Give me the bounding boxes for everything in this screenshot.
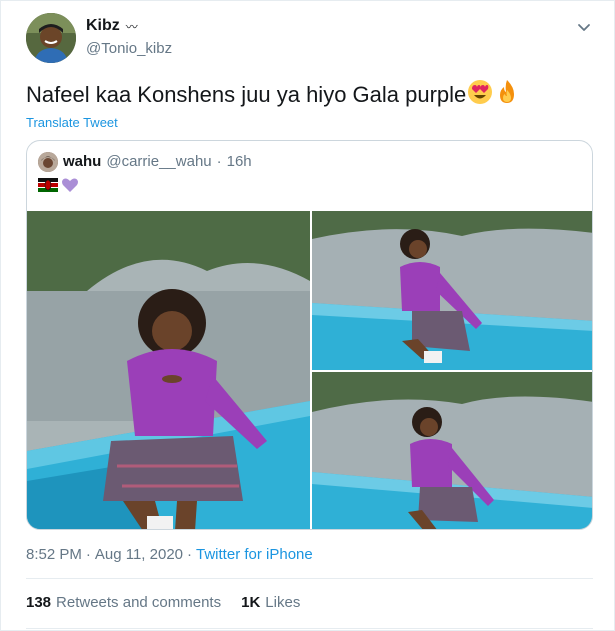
purple-heart-icon: [61, 177, 79, 198]
quoted-emojis: [38, 177, 79, 198]
likes-stat[interactable]: 1K Likes: [241, 594, 300, 611]
photo-3[interactable]: [312, 372, 592, 529]
retweets-label: Retweets and comments: [56, 594, 222, 611]
quoted-handle[interactable]: @carrie__wahu: [106, 153, 211, 170]
photo-2[interactable]: [312, 211, 592, 370]
tweet-text-body: Nafeel kaa Konshens juu ya hiyo Gala pur…: [26, 82, 467, 107]
quoted-separator: ·: [216, 153, 222, 170]
fire-emoji-icon: [494, 79, 520, 111]
kenya-flag-icon: [38, 178, 58, 197]
tweet-time[interactable]: 8:52 PM: [26, 546, 82, 563]
retweets-stat[interactable]: 138 Retweets and comments: [26, 594, 221, 611]
retweets-count: 138: [26, 594, 52, 611]
divider-top: [26, 578, 593, 579]
tweet-date[interactable]: Aug 11, 2020: [95, 546, 183, 563]
quoted-author-avatar[interactable]: [38, 152, 58, 172]
photo-1[interactable]: [27, 211, 310, 529]
likes-count: 1K: [241, 594, 261, 611]
quoted-media-grid: [27, 211, 592, 529]
likes-label: Likes: [265, 594, 301, 611]
quoted-time[interactable]: 16h: [227, 153, 252, 170]
author-name-mark: 〰: [125, 19, 138, 34]
chevron-down-icon[interactable]: [574, 17, 594, 37]
author-name-row[interactable]: Kibz 〰: [86, 17, 138, 35]
author-avatar[interactable]: [26, 13, 76, 63]
meta-separator: ·: [85, 546, 91, 563]
tweet-source-link[interactable]: Twitter for iPhone: [196, 546, 313, 563]
author-handle[interactable]: @Tonio_kibz: [86, 40, 172, 57]
tweet-meta: 8:52 PM · Aug 11, 2020 · Twitter for iPh…: [26, 546, 313, 563]
tweet-text: Nafeel kaa Konshens juu ya hiyo Gala pur…: [26, 79, 586, 111]
meta-separator-2: ·: [187, 546, 193, 563]
translate-tweet-link[interactable]: Translate Tweet: [26, 115, 118, 130]
divider-bottom: [26, 628, 593, 629]
quoted-header: wahu @carrie__wahu · 16h: [63, 153, 252, 170]
quoted-display-name[interactable]: wahu: [63, 153, 101, 170]
author-display-name[interactable]: Kibz: [86, 17, 120, 35]
quoted-tweet[interactable]: wahu @carrie__wahu · 16h: [26, 140, 593, 530]
heart-eyes-emoji-icon: [467, 79, 493, 111]
tweet-stats: 138 Retweets and comments 1K Likes: [26, 594, 300, 611]
tweet-card: Kibz 〰 @Tonio_kibz Nafeel kaa Konshens j…: [0, 0, 615, 631]
